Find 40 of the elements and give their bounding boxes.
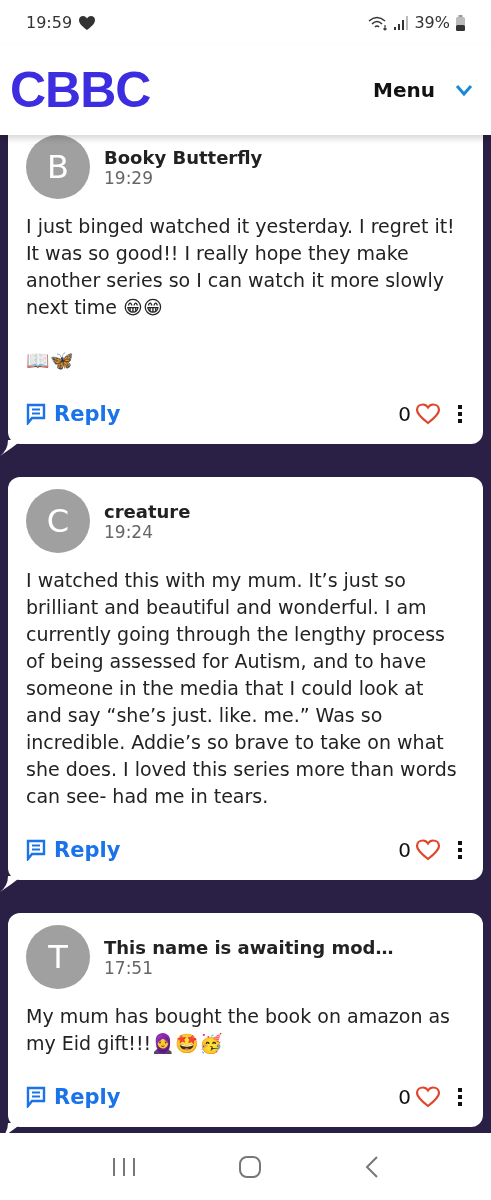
comment-author: Booky Butterfly <box>104 146 263 168</box>
comment-text: 📖🦋 <box>26 348 75 373</box>
chevron-down-icon <box>455 84 473 96</box>
comment-icon <box>26 839 46 861</box>
reply-button[interactable]: Reply <box>26 1085 121 1109</box>
more-options-icon[interactable] <box>455 840 465 860</box>
heart-icon[interactable] <box>415 403 441 425</box>
heart-icon <box>78 14 97 31</box>
like-count: 0 <box>398 1085 411 1109</box>
heart-icon[interactable] <box>415 1086 441 1108</box>
like-count: 0 <box>398 838 411 862</box>
signal-icon <box>394 15 409 30</box>
comment-icon <box>26 403 46 425</box>
battery-percentage: 39% <box>414 13 450 32</box>
comment-author: This name is awaiting mod… <box>104 936 394 958</box>
comment-time: 19:24 <box>104 521 154 542</box>
comment-text: I just binged watched it yesterday. I regret it! It was so good!! I really hope they make another series so I can watch it more slowly next time 😁😁 <box>26 214 456 320</box>
comment-text: My mum has bought the book on amazon as my Eid gift!!!🧕🤩🥳 <box>26 1004 451 1056</box>
wifi-icon <box>368 14 389 31</box>
logo[interactable]: CBBC <box>10 61 151 119</box>
more-options-icon[interactable] <box>455 1087 465 1107</box>
avatar: C <box>26 489 90 553</box>
avatar: T <box>26 925 90 989</box>
comment-author: creature <box>104 500 191 522</box>
status-time: 19:59 <box>26 13 73 32</box>
comment-time: 19:29 <box>104 167 153 188</box>
avatar: B <box>26 135 90 199</box>
heart-icon[interactable] <box>415 839 441 861</box>
back-icon[interactable] <box>364 1154 381 1179</box>
home-icon[interactable] <box>238 1154 263 1179</box>
like-count: 0 <box>398 402 411 426</box>
recent-apps-icon[interactable] <box>110 1155 137 1178</box>
menu-button[interactable]: Menu <box>373 78 473 102</box>
comment-text: I watched this with my mum. It’s just so brilliant and beautiful and wonderful. I am currently going through the lengthy process of being assessed for Autism, and to have someone in the media that I could look at and say “she’s just. like. me.” Was so incredible. Addie’s so brave to take on what she does. I loved this series more than words can see- had me in tears. <box>26 568 458 809</box>
reply-button[interactable]: Reply <box>26 402 121 426</box>
comment-icon <box>26 1086 46 1108</box>
more-options-icon[interactable] <box>455 404 465 424</box>
battery-icon <box>456 14 465 31</box>
comment-time: 17:51 <box>104 957 154 978</box>
reply-button[interactable]: Reply <box>26 838 121 862</box>
